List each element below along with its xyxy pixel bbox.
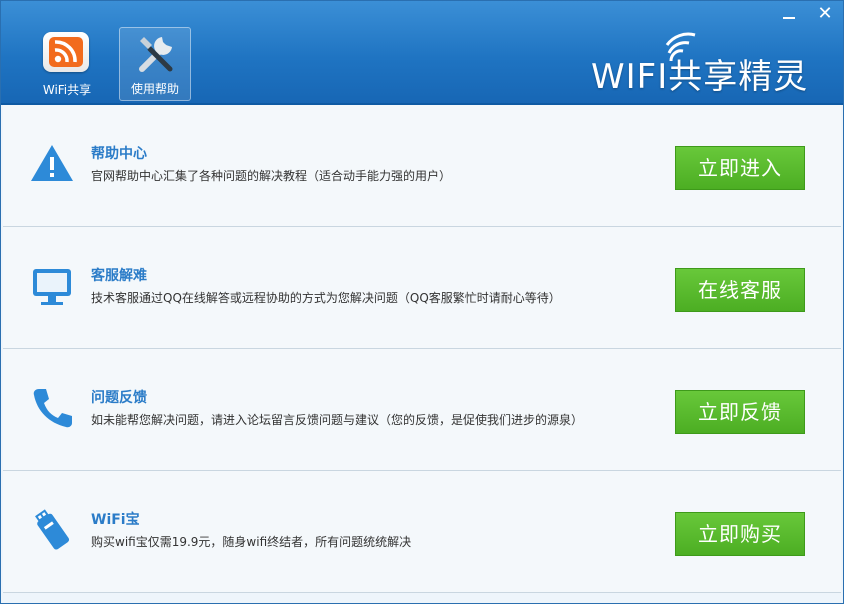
tools-icon <box>134 31 178 78</box>
help-list: 帮助中心 官网帮助中心汇集了各种问题的解决教程（适合动手能力强的用户） 立即进入… <box>3 105 841 593</box>
list-item-help-center: 帮助中心 官网帮助中心汇集了各种问题的解决教程（适合动手能力强的用户） 立即进入 <box>3 105 841 227</box>
online-service-button[interactable]: 在线客服 <box>675 268 805 312</box>
app-window: WiFi共享 使用帮助 WIFI共享精灵 ✕ 帮助中心 官网帮助中心汇集了各种问… <box>0 0 844 604</box>
row-title: 客服解难 <box>91 268 147 284</box>
header-bar: WiFi共享 使用帮助 WIFI共享精灵 ✕ <box>1 1 843 105</box>
phone-icon <box>29 385 75 431</box>
row-title: 问题反馈 <box>91 390 147 406</box>
row-title: 帮助中心 <box>91 146 147 162</box>
logo-text: WIFI共享精灵 <box>591 57 809 97</box>
enter-now-button[interactable]: 立即进入 <box>675 146 805 190</box>
row-title: WiFi宝 <box>91 512 140 528</box>
row-description: 如未能帮您解决问题，请进入论坛留言反馈问题与建议（您的反馈，是促使我们进步的源泉… <box>91 413 584 427</box>
feedback-now-button[interactable]: 立即反馈 <box>675 390 805 434</box>
row-description: 技术客服通过QQ在线解答或远程协助的方式为您解决问题（QQ客服繁忙时请耐心等待） <box>91 291 561 305</box>
usb-wifi-icon <box>29 507 75 553</box>
buy-now-button[interactable]: 立即购买 <box>675 512 805 556</box>
wifi-share-icon <box>43 32 89 72</box>
monitor-icon <box>29 263 75 309</box>
tab-wifi-share-label: WiFi共享 <box>42 83 92 97</box>
row-description: 官网帮助中心汇集了各种问题的解决教程（适合动手能力强的用户） <box>91 169 452 183</box>
row-description: 购买wifi宝仅需19.9元，随身wifi终结者，所有问题统统解决 <box>91 535 412 549</box>
close-button[interactable]: ✕ <box>807 1 843 27</box>
tab-wifi-share[interactable]: WiFi共享 <box>31 27 103 101</box>
tab-help-label: 使用帮助 <box>130 82 179 96</box>
warning-icon <box>29 141 75 187</box>
app-logo: WIFI共享精灵 <box>591 31 831 97</box>
list-item-wifibao: WiFi宝 购买wifi宝仅需19.9元，随身wifi终结者，所有问题统统解决 … <box>3 471 841 593</box>
list-item-customer-service: 客服解难 技术客服通过QQ在线解答或远程协助的方式为您解决问题（QQ客服繁忙时请… <box>3 227 841 349</box>
minimize-button[interactable] <box>771 1 807 27</box>
tab-help[interactable]: 使用帮助 <box>119 27 191 101</box>
list-item-feedback: 问题反馈 如未能帮您解决问题，请进入论坛留言反馈问题与建议（您的反馈，是促使我们… <box>3 349 841 471</box>
